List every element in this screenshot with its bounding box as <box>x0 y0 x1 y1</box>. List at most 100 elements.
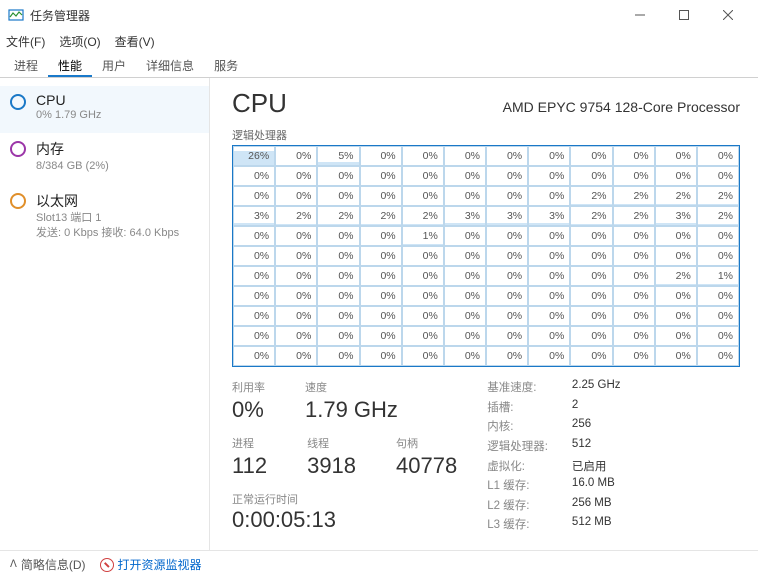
core-cell: 0% <box>486 346 528 366</box>
tab-details[interactable]: 详细信息 <box>136 52 204 77</box>
core-cell: 0% <box>317 166 359 186</box>
core-cell: 0% <box>317 346 359 366</box>
core-cell: 0% <box>402 266 444 286</box>
brief-info-link[interactable]: ᐱ 简略信息(D) <box>10 556 86 573</box>
core-cell: 0% <box>360 286 402 306</box>
core-cell: 0% <box>233 166 275 186</box>
core-cell: 0% <box>317 186 359 206</box>
core-cell: 0% <box>486 226 528 246</box>
menu-view[interactable]: 查看(V) <box>115 33 155 50</box>
maximize-button[interactable] <box>662 0 706 30</box>
minimize-button[interactable] <box>618 0 662 30</box>
core-cell: 0% <box>275 246 317 266</box>
core-cell: 0% <box>275 286 317 306</box>
resource-monitor-link[interactable]: 打开资源监视器 <box>100 556 202 573</box>
core-cell: 0% <box>697 146 739 166</box>
l1-value: 16.0 MB <box>572 477 621 494</box>
core-cell: 0% <box>570 226 612 246</box>
logical-processor-grid[interactable]: 26%0%5%0%0%0%0%0%0%0%0%0%0%0%0%0%0%0%0%0… <box>232 145 740 367</box>
l3-value: 512 MB <box>572 516 621 533</box>
tab-services[interactable]: 服务 <box>204 52 248 77</box>
core-cell: 0% <box>486 306 528 326</box>
virt-label: 虚拟化: <box>487 458 548 475</box>
sidebar-cpu-title: CPU <box>36 92 101 108</box>
core-cell: 0% <box>360 306 402 326</box>
tab-performance[interactable]: 性能 <box>48 52 92 77</box>
core-cell: 0% <box>697 166 739 186</box>
base-speed-value: 2.25 GHz <box>572 379 621 396</box>
performance-sidebar: CPU 0% 1.79 GHz 内存 8/384 GB (2%) 以太网 Slo… <box>0 78 210 550</box>
core-cell: 0% <box>528 226 570 246</box>
sidebar-eth-title: 以太网 <box>36 191 179 211</box>
tab-processes[interactable]: 进程 <box>4 52 48 77</box>
core-cell: 0% <box>613 306 655 326</box>
ethernet-icon <box>10 193 26 209</box>
window-title: 任务管理器 <box>30 7 618 24</box>
core-cell: 0% <box>233 346 275 366</box>
core-cell: 0% <box>655 286 697 306</box>
core-cell: 0% <box>444 246 486 266</box>
core-cell: 0% <box>402 146 444 166</box>
app-icon <box>8 7 24 23</box>
core-cell: 0% <box>486 326 528 346</box>
tab-strip: 进程 性能 用户 详细信息 服务 <box>0 52 758 78</box>
core-cell: 0% <box>402 326 444 346</box>
sidebar-item-cpu[interactable]: CPU 0% 1.79 GHz <box>0 86 209 133</box>
sidebar-item-ethernet[interactable]: 以太网 Slot13 端口 1 发送: 0 Kbps 接收: 64.0 Kbps <box>0 185 209 252</box>
core-cell: 0% <box>528 286 570 306</box>
core-cell: 0% <box>655 246 697 266</box>
core-cell: 3% <box>655 206 697 226</box>
memory-icon <box>10 141 26 157</box>
core-cell: 0% <box>613 146 655 166</box>
core-cell: 0% <box>360 326 402 346</box>
core-cell: 0% <box>317 246 359 266</box>
virt-value: 已启用 <box>572 458 621 475</box>
sidebar-item-memory[interactable]: 内存 8/384 GB (2%) <box>0 133 209 184</box>
core-cell: 0% <box>402 306 444 326</box>
core-cell: 2% <box>360 206 402 226</box>
core-cell: 1% <box>402 226 444 246</box>
core-cell: 1% <box>697 266 739 286</box>
hnd-label: 句柄 <box>396 435 457 451</box>
core-cell: 0% <box>486 186 528 206</box>
core-cell: 0% <box>360 166 402 186</box>
core-cell: 0% <box>233 266 275 286</box>
core-cell: 0% <box>444 346 486 366</box>
core-cell: 0% <box>613 326 655 346</box>
proc-label: 进程 <box>232 435 267 451</box>
core-cell: 0% <box>697 346 739 366</box>
sidebar-mem-title: 内存 <box>36 139 109 159</box>
core-cell: 0% <box>528 166 570 186</box>
core-cell: 0% <box>402 166 444 186</box>
close-button[interactable] <box>706 0 750 30</box>
core-cell: 2% <box>655 266 697 286</box>
core-cell: 0% <box>570 246 612 266</box>
core-cell: 0% <box>317 226 359 246</box>
core-cell: 0% <box>233 286 275 306</box>
core-cell: 0% <box>360 346 402 366</box>
core-cell: 0% <box>697 226 739 246</box>
tab-users[interactable]: 用户 <box>92 52 136 77</box>
status-bar: ᐱ 简略信息(D) 打开资源监视器 <box>0 550 758 578</box>
core-cell: 0% <box>317 326 359 346</box>
core-cell: 3% <box>444 206 486 226</box>
core-cell: 0% <box>444 326 486 346</box>
core-cell: 0% <box>402 246 444 266</box>
core-cell: 3% <box>233 206 275 226</box>
core-cell: 0% <box>570 146 612 166</box>
menu-bar: 文件(F) 选项(O) 查看(V) <box>0 30 758 52</box>
core-cell: 2% <box>402 206 444 226</box>
core-cell: 0% <box>317 266 359 286</box>
core-cell: 0% <box>570 326 612 346</box>
menu-file[interactable]: 文件(F) <box>6 33 45 50</box>
core-cell: 0% <box>317 306 359 326</box>
core-cell: 0% <box>444 186 486 206</box>
sidebar-mem-sub: 8/384 GB (2%) <box>36 159 109 174</box>
core-cell: 26% <box>233 146 275 166</box>
core-cell: 0% <box>402 286 444 306</box>
grid-label: 逻辑处理器 <box>232 127 740 143</box>
core-cell: 0% <box>528 186 570 206</box>
menu-options[interactable]: 选项(O) <box>59 33 100 50</box>
core-cell: 0% <box>613 166 655 186</box>
core-cell: 0% <box>360 246 402 266</box>
